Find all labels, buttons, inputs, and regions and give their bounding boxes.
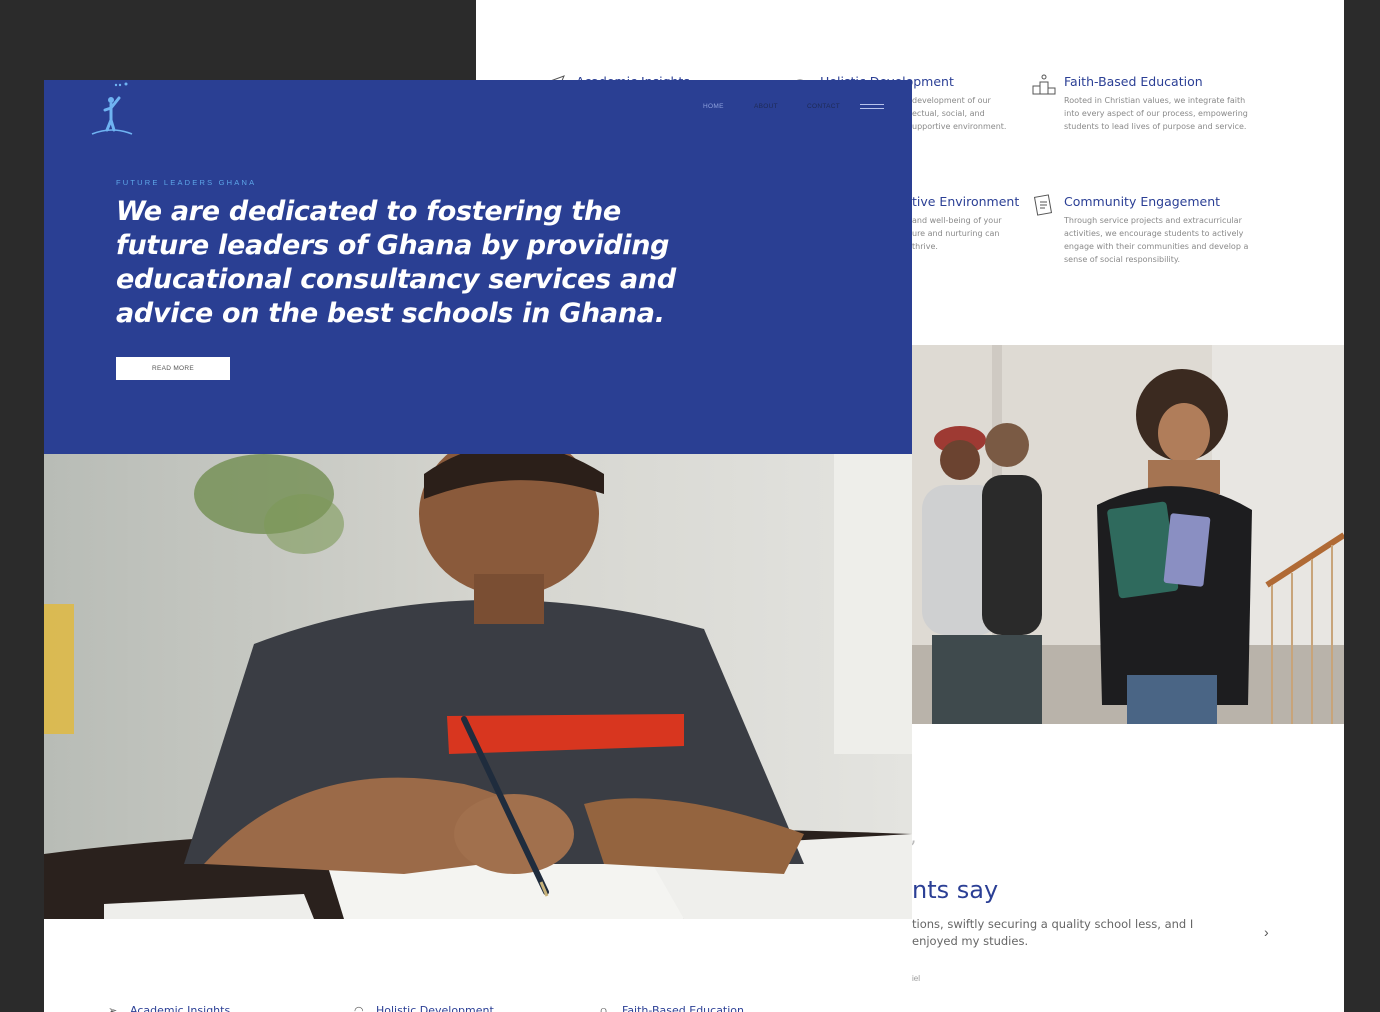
testimonial-text: tions, swiftly securing a quality school… xyxy=(912,917,1194,948)
feature-description: and well-being of your ure and nurturing… xyxy=(912,216,1002,251)
feature-title: tive Environment xyxy=(912,194,1020,209)
menu-icon[interactable] xyxy=(860,104,884,112)
hero-headline: We are dedicated to fostering the future… xyxy=(116,196,676,329)
testimonial-next-arrow[interactable]: › xyxy=(1264,924,1269,940)
brand-eyebrow: FUTURE LEADERS GHANA xyxy=(116,178,257,187)
nav-contact[interactable]: CONTACT xyxy=(807,103,840,110)
feature-title: Faith-Based Education xyxy=(1064,74,1203,89)
feature-academic-insights-small: ➢ Academic Insights xyxy=(108,1004,230,1012)
feature-holistic-development-small: ◠ Holistic Development xyxy=(354,1004,494,1012)
nav-home[interactable]: HOME xyxy=(703,103,724,110)
podium-icon xyxy=(1032,74,1056,96)
students-photo xyxy=(912,345,1344,724)
feature-title: Community Engagement xyxy=(1064,194,1221,209)
paper-plane-icon: ➢ xyxy=(108,1004,118,1012)
feature-description: Rooted in Christian values, we integrate… xyxy=(1064,96,1248,131)
podium-icon: ⩍ xyxy=(600,1004,608,1012)
hero-section: HOME ABOUT CONTACT FUTURE LEADERS GHANA … xyxy=(44,80,912,454)
logo[interactable] xyxy=(88,80,136,138)
nav-about[interactable]: ABOUT xyxy=(754,103,778,110)
front-page: HOME ABOUT CONTACT FUTURE LEADERS GHANA … xyxy=(44,80,912,1012)
read-more-button[interactable]: READ MORE xyxy=(116,357,230,380)
feature-description: development of our ectual, social, and u… xyxy=(912,96,1007,131)
testimonials-heading: nts say xyxy=(912,876,999,904)
notebook-icon xyxy=(1032,194,1056,216)
rainbow-icon: ◠ xyxy=(354,1004,364,1012)
student-writing-photo xyxy=(44,454,912,919)
testimonial-author: iel xyxy=(912,974,921,983)
feature-description: Through service projects and extracurric… xyxy=(1064,216,1249,264)
feature-faith-based-education-small: ⩍ Faith-Based Education xyxy=(600,1004,744,1012)
